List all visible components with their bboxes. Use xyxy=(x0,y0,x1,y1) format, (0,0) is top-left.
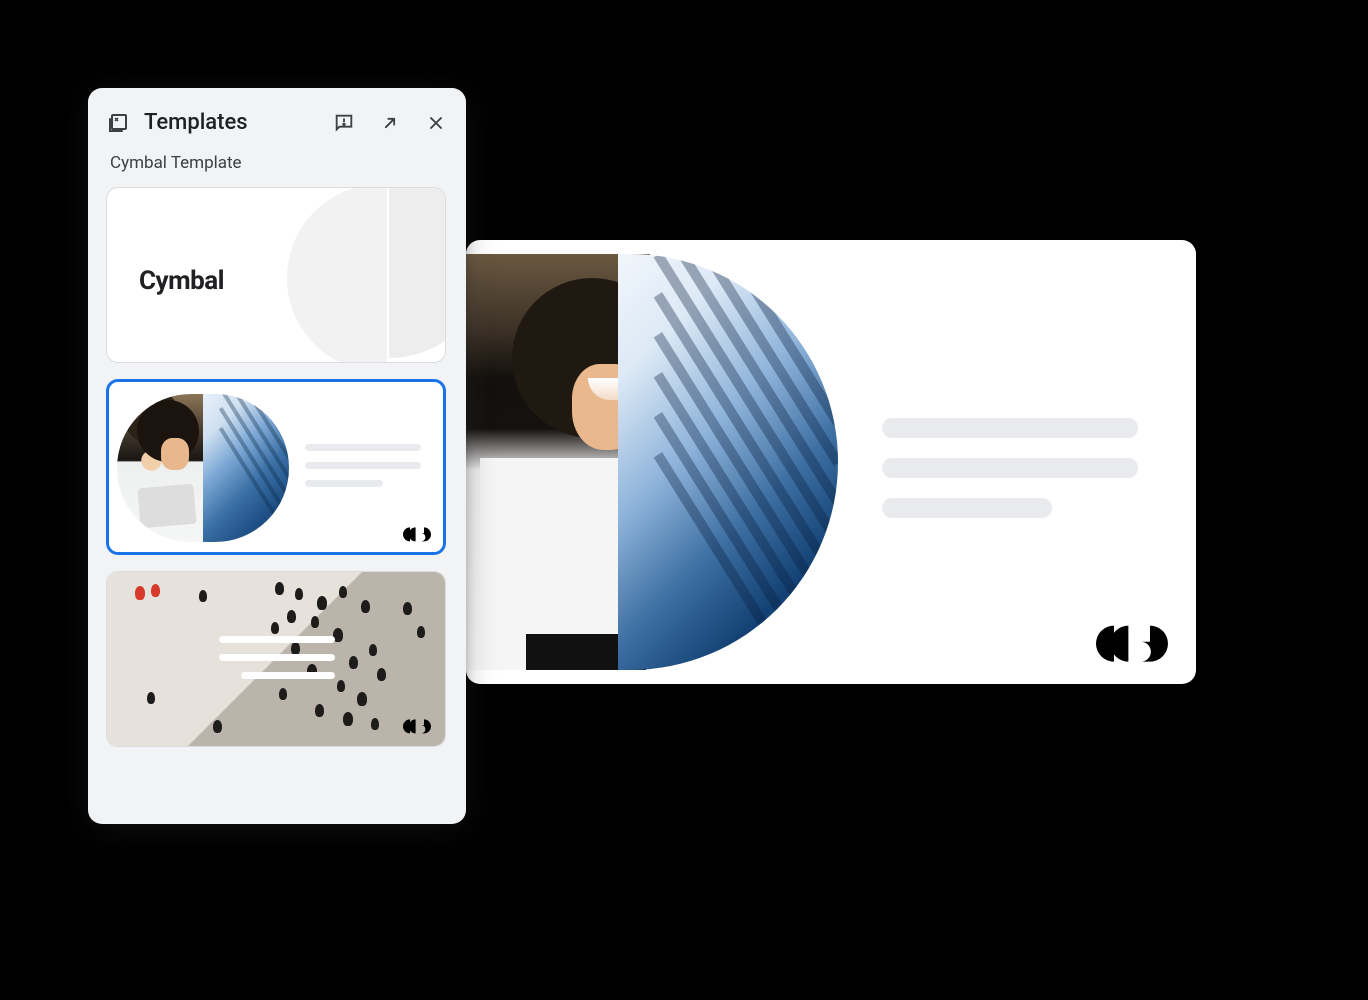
content-placeholder-line xyxy=(305,462,421,469)
slide-preview xyxy=(466,240,1196,684)
content-placeholder-line xyxy=(305,480,383,487)
cymbal-mark-icon xyxy=(403,718,431,734)
building-photo-half-large xyxy=(618,254,838,670)
building-photo-half xyxy=(203,394,289,542)
expand-icon[interactable] xyxy=(378,111,402,135)
templates-panel: Templates Cymbal Template Cymbal xyxy=(88,88,466,824)
content-placeholder-line xyxy=(882,498,1052,518)
decorative-half-1 xyxy=(287,187,387,363)
content-placeholder-line xyxy=(882,458,1138,478)
decorative-half-2 xyxy=(389,187,446,358)
close-icon[interactable] xyxy=(424,111,448,135)
templates-icon xyxy=(106,111,130,135)
cymbal-mark-icon xyxy=(1096,622,1168,662)
cymbal-mark-icon xyxy=(403,526,431,542)
template-thumb-cymbal-crowd[interactable] xyxy=(106,571,446,747)
content-placeholder-line xyxy=(305,444,421,451)
feedback-icon[interactable] xyxy=(332,111,356,135)
cymbal-wordmark: Cymbal xyxy=(139,266,224,296)
person-photo-half xyxy=(117,394,203,542)
panel-header: Templates xyxy=(106,110,448,135)
panel-title: Templates xyxy=(144,110,248,135)
template-thumb-cymbal-photo-content[interactable] xyxy=(106,379,446,555)
template-group-name: Cymbal Template xyxy=(106,153,448,173)
content-placeholder-line xyxy=(882,418,1138,438)
template-thumb-cymbal-title[interactable]: Cymbal xyxy=(106,187,446,363)
